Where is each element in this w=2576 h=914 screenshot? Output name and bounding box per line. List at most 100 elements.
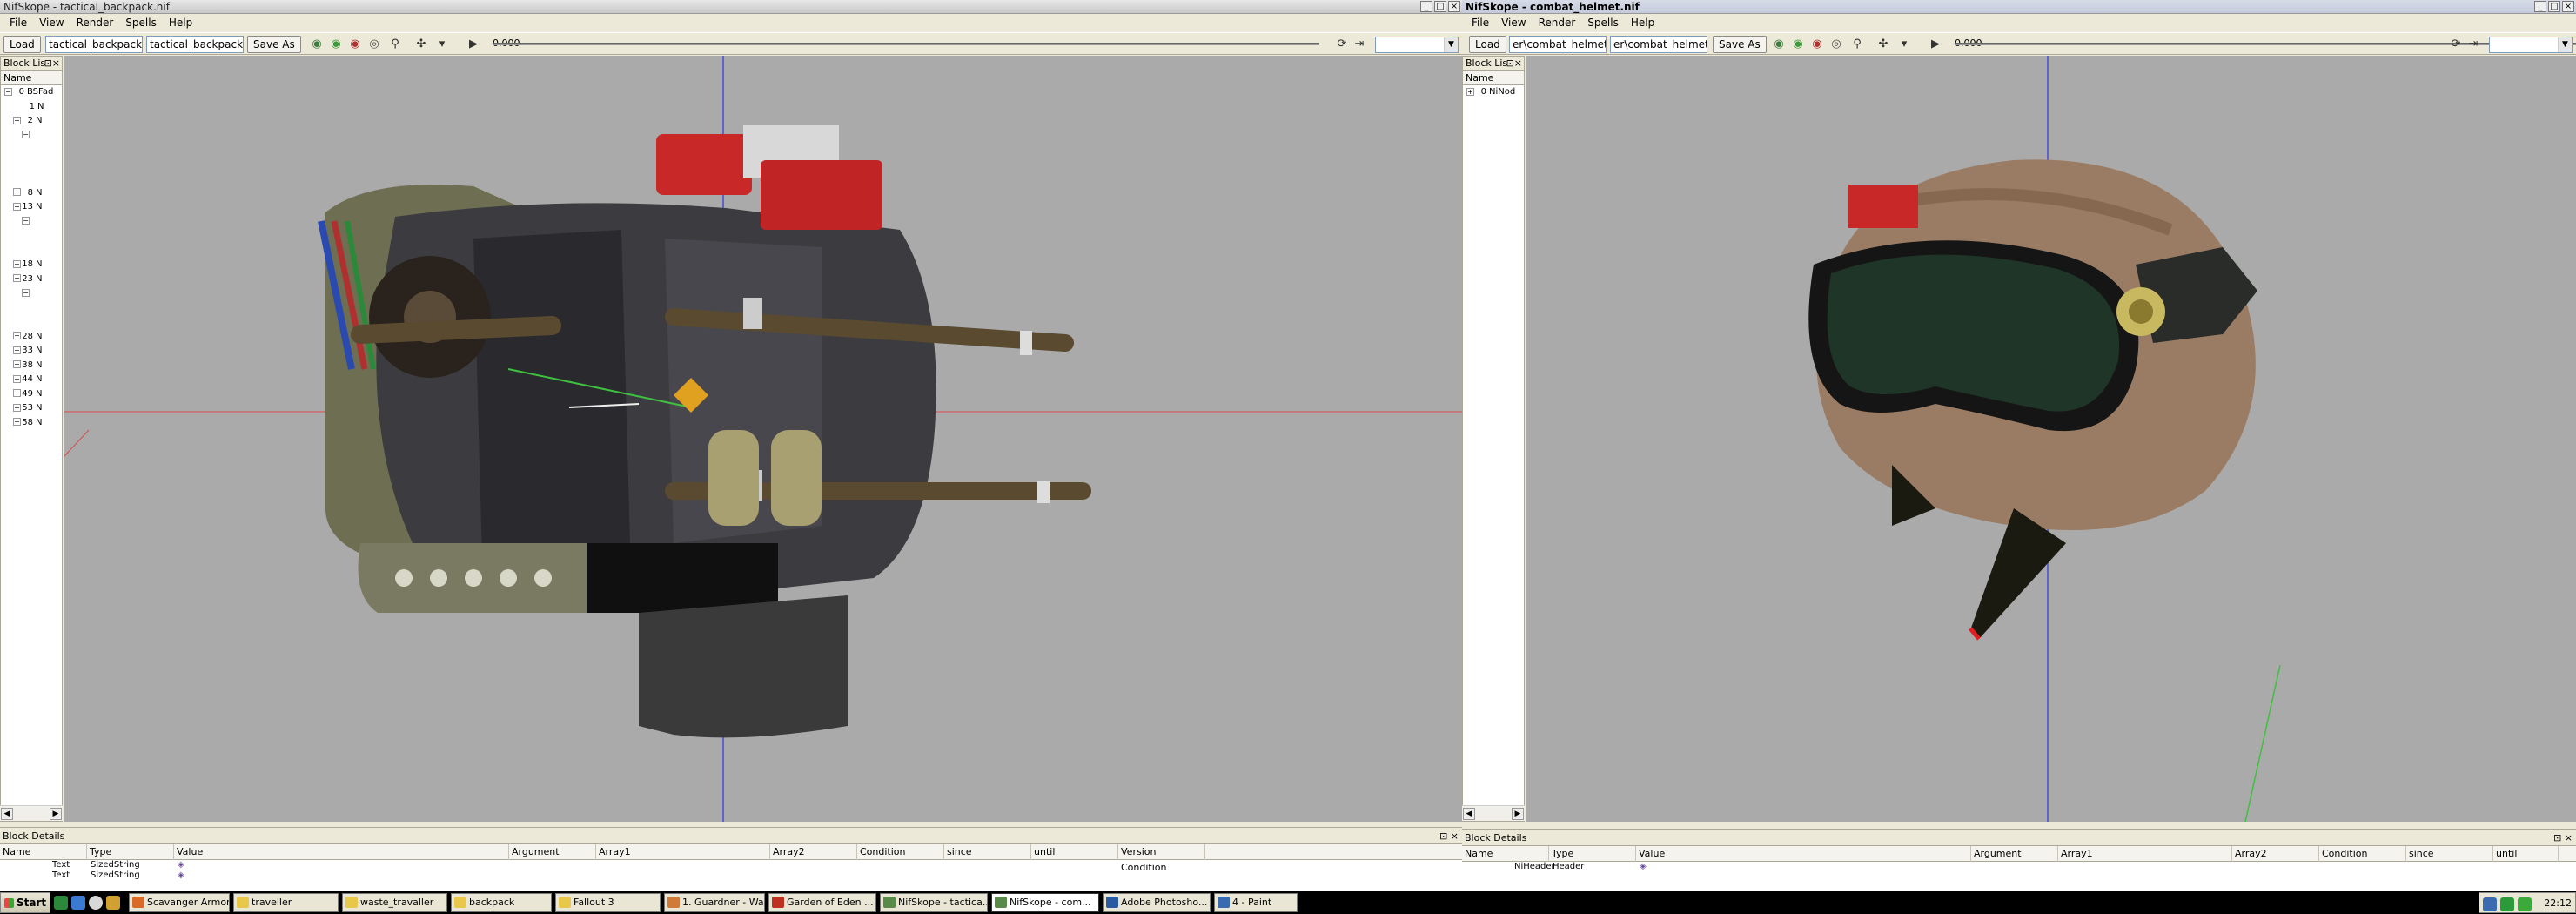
render-viewport[interactable] xyxy=(64,56,1462,822)
dropdown-arrow-icon[interactable]: ▾ xyxy=(1897,37,1911,51)
close-button[interactable]: × xyxy=(1448,1,1460,12)
expand-icon[interactable]: + xyxy=(13,403,21,412)
block-tree-row[interactable]: − xyxy=(1,215,62,230)
column-header-value[interactable]: Value xyxy=(1636,846,1971,862)
load-button[interactable]: Load xyxy=(1469,36,1506,53)
block-tree-row[interactable]: +8 N xyxy=(1,186,62,201)
close-button[interactable]: × xyxy=(2562,1,2574,12)
dropdown-arrow-icon[interactable]: ▾ xyxy=(435,37,449,51)
block-list-scrollbar[interactable]: ◀ ▶ xyxy=(1462,805,1525,821)
time-slider[interactable] xyxy=(493,43,1319,45)
column-header-array2[interactable]: Array2 xyxy=(2232,846,2319,862)
block-tree-row[interactable] xyxy=(1,301,62,316)
collapse-icon[interactable]: − xyxy=(22,288,30,297)
animation-select[interactable]: ▼ xyxy=(1375,37,1459,53)
block-tree-row[interactable] xyxy=(1,143,62,158)
block-tree-row[interactable] xyxy=(1,158,62,172)
collapse-icon[interactable]: − xyxy=(22,131,30,138)
menu-help[interactable]: Help xyxy=(164,15,197,31)
column-header-array1[interactable]: Array1 xyxy=(2058,846,2232,862)
switch-icon[interactable]: ⇥ xyxy=(2466,37,2480,51)
save-path-input[interactable]: tactical_backpack.nif xyxy=(146,36,244,53)
play-icon[interactable]: ▶ xyxy=(466,37,480,51)
taskbar-button[interactable]: traveller xyxy=(233,893,339,912)
render-viewport[interactable] xyxy=(1526,56,2576,822)
view-top-icon[interactable]: ◉ xyxy=(310,37,324,51)
save-as-button[interactable]: Save As xyxy=(247,36,301,53)
taskbar-button[interactable]: Garden of Eden ... xyxy=(768,893,876,912)
axes-icon[interactable]: ✣ xyxy=(1876,37,1890,51)
expand-icon[interactable]: + xyxy=(13,332,21,339)
quicklaunch-icon[interactable] xyxy=(54,896,68,910)
view-side-icon[interactable]: ◉ xyxy=(348,37,362,51)
column-header-type[interactable]: Type xyxy=(1549,846,1636,862)
column-header-name[interactable]: Name xyxy=(0,844,87,860)
menu-spells[interactable]: Spells xyxy=(121,15,161,31)
taskbar-button[interactable]: backpack xyxy=(451,893,552,912)
menu-file[interactable]: File xyxy=(5,15,31,31)
loop-icon[interactable]: ⟳ xyxy=(2449,37,2463,51)
play-icon[interactable]: ▶ xyxy=(1929,37,1942,51)
column-header-version-condition[interactable]: Version Condition xyxy=(1118,844,1205,873)
taskbar-button[interactable]: NifSkope - tactica... xyxy=(880,893,988,912)
expand-icon[interactable]: + xyxy=(13,259,21,268)
table-row[interactable]: Text SizedString ◈ xyxy=(0,860,1462,870)
block-tree-row[interactable]: +28 N xyxy=(1,330,62,345)
scroll-left-icon[interactable]: ◀ xyxy=(1463,808,1475,820)
taskbar-button[interactable]: NifSkope - com... xyxy=(991,893,1099,912)
menu-view[interactable]: View xyxy=(35,15,68,31)
load-path-input[interactable]: er\combat_helmet.nif xyxy=(1509,36,1607,53)
menu-render[interactable]: Render xyxy=(72,15,118,31)
animation-select[interactable]: ▼ xyxy=(2489,37,2573,53)
block-tree-row[interactable]: +44 N xyxy=(1,373,62,387)
collapse-icon[interactable]: − xyxy=(13,202,21,211)
taskbar-button[interactable]: 1. Guardner - Wa... xyxy=(664,893,765,912)
expand-icon[interactable]: + xyxy=(13,188,21,196)
block-tree-row[interactable] xyxy=(1,229,62,244)
block-tree-row[interactable]: +53 N xyxy=(1,401,62,416)
column-header-condition[interactable]: Condition xyxy=(2319,846,2406,862)
block-tree-row[interactable]: +58 N xyxy=(1,416,62,431)
block-tree-row[interactable]: − xyxy=(1,286,62,301)
quicklaunch-icon[interactable] xyxy=(71,896,85,910)
column-header-value[interactable]: Value xyxy=(174,844,509,860)
column-header-type[interactable]: Type xyxy=(87,844,174,860)
table-row[interactable]: Text SizedString ◈ xyxy=(0,870,1462,881)
menu-spells[interactable]: Spells xyxy=(1583,15,1623,31)
block-tree-row[interactable]: +18 N xyxy=(1,258,62,272)
view-side-icon[interactable]: ◉ xyxy=(1810,37,1824,51)
collapse-icon[interactable]: − xyxy=(13,116,21,124)
view-front-icon[interactable]: ◉ xyxy=(329,37,343,51)
block-tree-row[interactable]: +33 N xyxy=(1,344,62,359)
block-tree-row[interactable]: −13 N xyxy=(1,200,62,215)
taskbar-button[interactable]: Scavanger Armor... xyxy=(129,893,230,912)
axes-icon[interactable]: ✣ xyxy=(414,37,428,51)
maximize-button[interactable]: □ xyxy=(1434,1,1446,12)
save-path-input[interactable]: er\combat_helmet.nif xyxy=(1610,36,1707,53)
switch-icon[interactable]: ⇥ xyxy=(1352,37,1366,51)
block-tree-row[interactable] xyxy=(1,171,62,186)
column-header-since[interactable]: since xyxy=(2406,846,2493,862)
start-button[interactable]: Start xyxy=(0,892,50,913)
panel-float-close-icon[interactable]: ⊡× xyxy=(1506,57,1522,71)
block-tree-row[interactable]: 1N xyxy=(1,100,62,115)
collapse-icon[interactable]: − xyxy=(13,274,21,282)
expand-icon[interactable]: + xyxy=(13,389,21,397)
block-list-scrollbar[interactable]: ◀ ▶ xyxy=(0,805,63,821)
block-tree-row[interactable]: − xyxy=(1,129,62,144)
panel-float-close-icon[interactable]: ⊡ × xyxy=(2553,830,2573,846)
table-row[interactable]: NiHeader Header ◈ xyxy=(1462,862,2576,872)
load-path-input[interactable]: tactical_backpack.nif xyxy=(45,36,143,53)
expand-icon[interactable]: + xyxy=(13,360,21,368)
minimize-button[interactable]: _ xyxy=(2534,1,2546,12)
loop-icon[interactable]: ⟳ xyxy=(1335,37,1349,51)
column-header-array1[interactable]: Array1 xyxy=(596,844,770,860)
block-tree-row[interactable] xyxy=(1,315,62,330)
walk-mode-icon[interactable]: ⚲ xyxy=(388,37,402,51)
column-header-array2[interactable]: Array2 xyxy=(770,844,857,860)
block-list-column-name[interactable]: Name xyxy=(1463,71,1524,85)
quicklaunch-icon[interactable] xyxy=(106,896,120,910)
collapse-icon[interactable]: − xyxy=(4,87,12,96)
taskbar-button[interactable]: Adobe Photosho... xyxy=(1103,893,1211,912)
block-tree-row[interactable] xyxy=(1,244,62,259)
